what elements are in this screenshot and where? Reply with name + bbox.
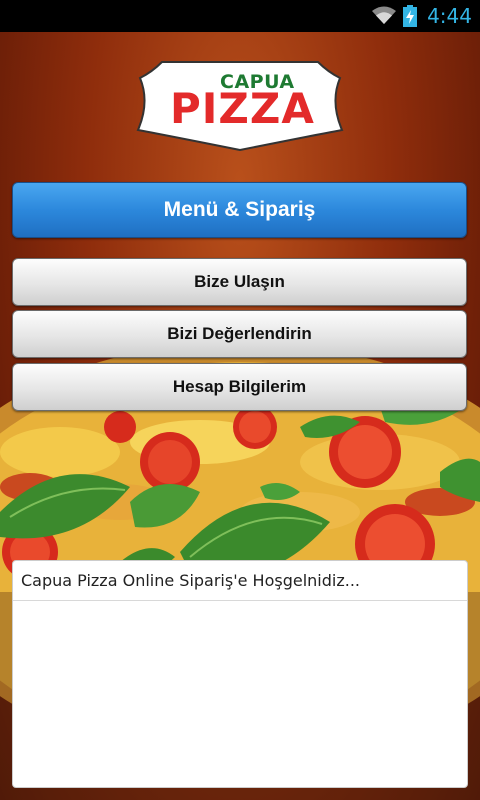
rate-us-button[interactable]: Bizi Değerlendirin: [12, 310, 467, 358]
menu-order-button[interactable]: Menü & Sipariş: [12, 182, 467, 238]
contact-us-button[interactable]: Bize Ulaşın: [12, 258, 467, 306]
welcome-message: Capua Pizza Online Sipariş'e Hoşgelnidiz…: [13, 561, 467, 601]
message-panel[interactable]: Capua Pizza Online Sipariş'e Hoşgelnidiz…: [12, 560, 468, 788]
battery-charging-icon: [403, 5, 418, 27]
status-bar: 4:44: [0, 0, 480, 32]
clock: 4:44: [427, 4, 472, 28]
my-account-button[interactable]: Hesap Bilgilerim: [12, 363, 467, 411]
wifi-icon: [371, 6, 397, 26]
capua-pizza-logo: CAPUA PIZZA: [134, 58, 346, 154]
logo-text-pizza: PIZZA: [170, 84, 315, 133]
